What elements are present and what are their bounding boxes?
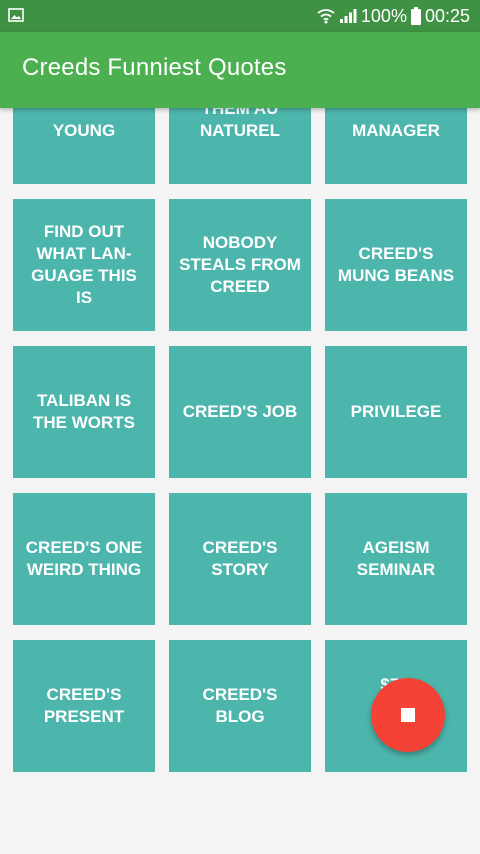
quote-tile[interactable]: CREED'S JOB	[169, 346, 311, 478]
signal-icon	[339, 9, 357, 23]
quote-tile[interactable]: CREED'S STORY	[169, 493, 311, 625]
quote-tile[interactable]: FIND OUT WHAT LAN-GUAGE THIS IS	[13, 199, 155, 331]
quote-tile[interactable]: PRIVILEGE	[325, 346, 467, 478]
stop-button[interactable]	[371, 678, 445, 752]
quote-tile[interactable]: TALIBAN IS THE WORTS	[13, 346, 155, 478]
quote-tile[interactable]: CREED'S PRESENT	[13, 640, 155, 772]
stop-icon	[401, 708, 415, 722]
status-right: 100% 00:25	[317, 0, 470, 32]
quote-tile[interactable]: CREED'S MUNG BEANS	[325, 199, 467, 331]
app-bar: Creeds Funniest Quotes	[0, 32, 480, 108]
quote-tile[interactable]: NOBODY STEALS FROM CREED	[169, 199, 311, 331]
quote-tile[interactable]: CREED'S ONE WEIRD THING	[13, 493, 155, 625]
wifi-icon	[317, 9, 335, 24]
battery-percent: 100%	[360, 5, 407, 26]
app-title: Creeds Funniest Quotes	[22, 54, 287, 81]
quote-tile[interactable]: MANAGER	[325, 108, 467, 184]
quote-tile[interactable]: CREED'S BLOG	[169, 640, 311, 772]
quote-tile[interactable]: THEM AU NATUREL	[169, 108, 311, 184]
clock: 00:25	[424, 5, 470, 26]
quote-tile[interactable]: YOUNG	[13, 108, 155, 184]
quote-grid: YOUNG THEM AU NATUREL MANAGER FIND OUT W…	[13, 108, 467, 772]
battery-icon	[410, 7, 421, 25]
quote-tile[interactable]: AGEISM SEMINAR	[325, 493, 467, 625]
status-bar: 100% 00:25	[0, 0, 480, 32]
image-icon	[8, 8, 24, 22]
